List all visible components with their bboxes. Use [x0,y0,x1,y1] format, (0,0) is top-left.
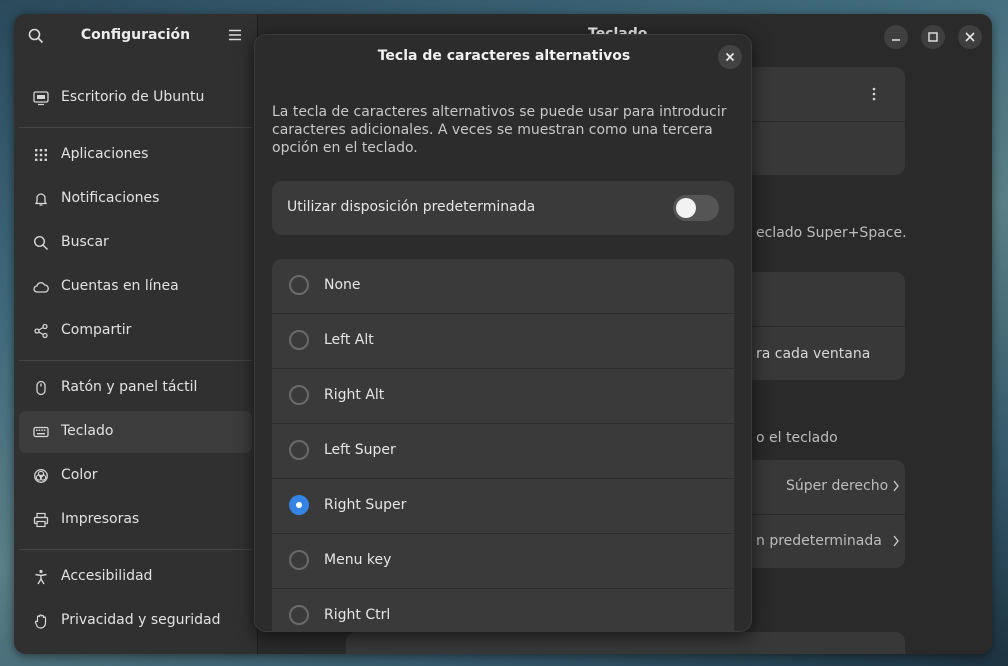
minimize-button[interactable] [884,25,908,49]
option-label: None [324,277,361,293]
shortcut-hint: eclado Super+Space. [756,225,907,241]
default-layout-switch[interactable] [673,195,719,221]
desktop-icon [33,91,49,106]
maximize-button[interactable] [921,25,945,49]
option-label: Right Super [324,497,407,513]
close-window-button[interactable] [958,25,982,49]
radio-button-selected[interactable] [289,495,309,515]
default-layout-row: Utilizar disposición predeterminada [272,181,734,235]
option-label: Menu key [324,552,392,568]
alt-chars-key-value[interactable]: n predeterminada [756,533,882,549]
sidebar-item-label: Cuentas en línea [61,278,179,294]
option-row-right-super[interactable]: Right Super [272,479,734,534]
option-label: Left Super [324,442,396,458]
close-icon [965,32,975,42]
sidebar-item-online-accounts[interactable]: Cuentas en línea [19,266,252,308]
sidebar-divider [19,127,252,128]
printer-icon [33,512,49,528]
sidebar-item-label: Color [61,467,98,483]
maximize-icon [928,32,938,42]
option-row-right-alt[interactable]: Right Alt [272,369,734,424]
sidebar-item-label: Buscar [61,234,109,250]
more-options-icon[interactable] [868,87,880,101]
sidebar-item-label: Compartir [61,322,132,338]
sidebar-item-label: Ratón y panel táctil [61,379,198,395]
shortcuts-card [346,632,905,654]
radio-button[interactable] [289,385,309,405]
option-row-menu-key[interactable]: Menu key [272,534,734,589]
sidebar-item-sharing[interactable]: Compartir [19,310,252,352]
color-icon [34,469,48,483]
switch-knob [676,198,696,218]
sidebar-item-printers[interactable]: Impresoras [19,499,252,541]
default-layout-label: Utilizar disposición predeterminada [287,199,536,215]
radio-button[interactable] [289,605,309,625]
settings-window: Configuración Escritorio de Ubuntu Aplic… [14,14,992,654]
radio-button[interactable] [289,275,309,295]
dialog-title: Tecla de caracteres alternativos [377,48,631,64]
sidebar: Configuración Escritorio de Ubuntu Aplic… [14,14,258,654]
sidebar-item-ubuntu-desktop[interactable]: Escritorio de Ubuntu [19,77,252,119]
dialog-close-button[interactable] [718,45,742,69]
option-label: Right Ctrl [324,607,391,623]
sidebar-item-label: Escritorio de Ubuntu [61,89,205,105]
sidebar-item-label: Privacidad y seguridad [61,612,221,628]
chevron-right-icon [893,480,899,492]
alt-chars-options-list: None Left Alt Right Alt Left Super Right… [272,259,734,631]
option-row-right-ctrl[interactable]: Right Ctrl [272,589,734,631]
alt-chars-dialog: Tecla de caracteres alternativos La tecl… [254,34,752,632]
sidebar-item-keyboard[interactable]: Teclado [19,411,252,453]
sidebar-item-label: Aplicaciones [61,146,149,162]
sidebar-title: Configuración [80,27,191,43]
sidebar-item-label: Notificaciones [61,190,160,206]
hand-icon [34,614,47,629]
sidebar-divider [19,549,252,550]
minimize-icon [892,39,900,41]
keyboard-section-heading: o el teclado [756,430,838,446]
compose-key-value[interactable]: Súper derecho [786,478,888,494]
keyboard-icon [33,426,49,438]
sidebar-item-search[interactable]: Buscar [19,222,252,264]
mouse-icon [36,380,46,396]
radio-button[interactable] [289,330,309,350]
bell-icon [34,193,48,206]
option-label: Right Alt [324,387,385,403]
sidebar-item-color[interactable]: Color [19,455,252,497]
sidebar-header: Configuración [14,14,257,58]
chevron-right-icon [893,535,899,547]
sidebar-item-label: Teclado [61,423,114,439]
option-row-left-alt[interactable]: Left Alt [272,314,734,369]
sidebar-item-notifications[interactable]: Notificaciones [19,178,252,220]
sidebar-item-label: Accesibilidad [61,568,153,584]
close-icon [725,52,735,62]
sidebar-item-mouse-touchpad[interactable]: Ratón y panel táctil [19,367,252,409]
share-icon [34,323,48,339]
search-icon [33,235,48,250]
cloud-icon [33,282,49,293]
apps-grid-icon [35,149,47,161]
option-row-left-super[interactable]: Left Super [272,424,734,479]
option-row-none[interactable]: None [272,259,734,314]
radio-button[interactable] [289,440,309,460]
sidebar-item-privacy[interactable]: Privacidad y seguridad [19,600,252,642]
sidebar-item-accessibility[interactable]: Accesibilidad [19,556,252,598]
sidebar-item-label: Impresoras [61,511,140,527]
per-window-option: ra cada ventana [756,346,871,362]
accessibility-icon [35,569,47,585]
menu-icon[interactable] [229,29,241,41]
radio-button[interactable] [289,550,309,570]
dialog-description: La tecla de caracteres alternativos se p… [272,104,727,156]
option-label: Left Alt [324,332,374,348]
sidebar-divider [19,360,252,361]
sidebar-item-apps[interactable]: Aplicaciones [19,134,252,176]
